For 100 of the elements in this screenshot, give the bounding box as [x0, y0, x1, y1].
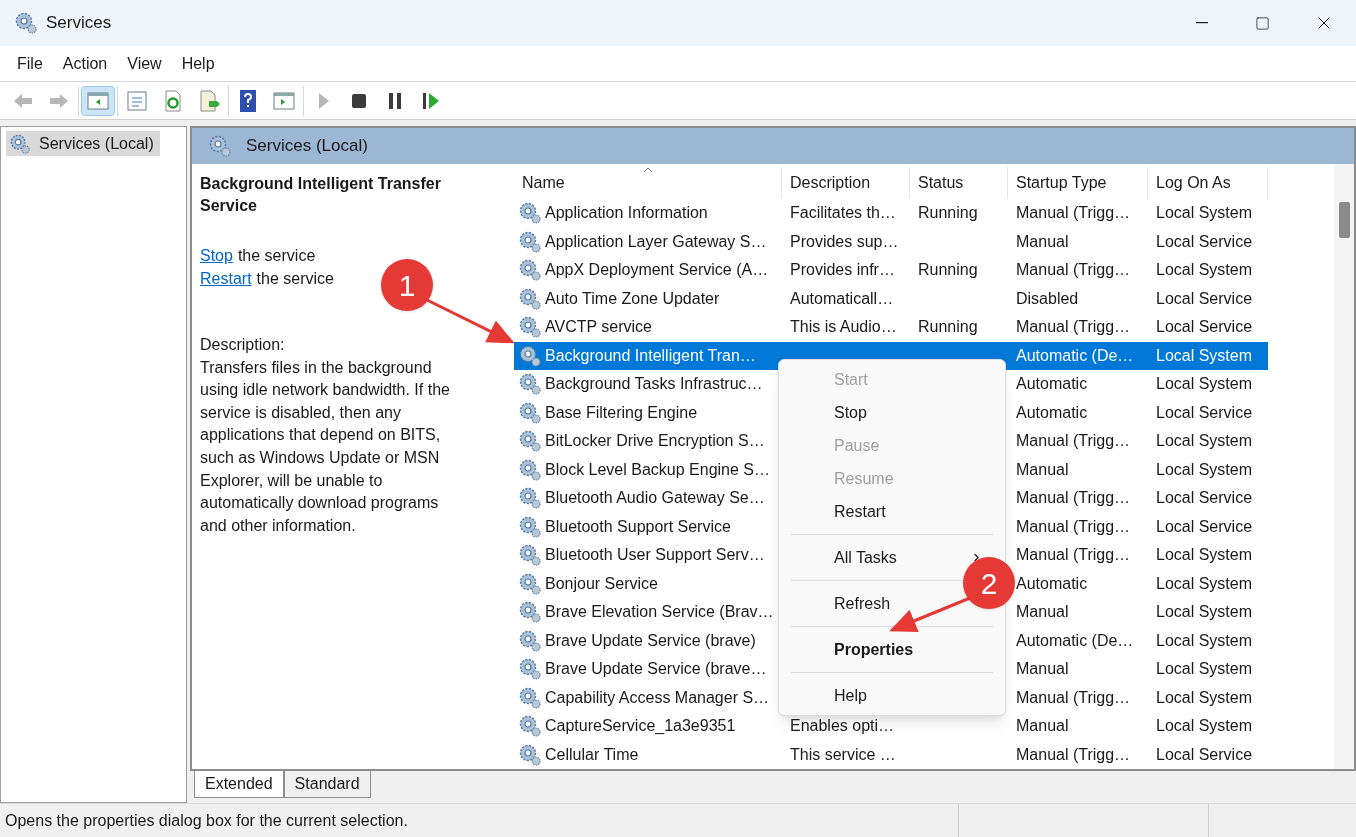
table-cell-text: CaptureService_1a3e9351: [545, 716, 736, 737]
table-cell-text: Local System: [1156, 345, 1253, 366]
table-cell-text: Facilitates th…: [790, 203, 896, 224]
service-gear-icon: [518, 429, 542, 454]
column-header[interactable]: Log On As: [1148, 167, 1268, 199]
maximize-icon: [1254, 15, 1270, 31]
table-cell-text: Local System: [1156, 459, 1253, 480]
service-gear-icon: [518, 714, 542, 739]
context-menu-item[interactable]: Restart: [834, 501, 886, 522]
context-menu-item[interactable]: Properties: [834, 639, 914, 660]
service-action-link[interactable]: Restart: [200, 267, 252, 290]
table-cell-text: Capability Access Manager S…: [545, 687, 770, 708]
table-cell-text: Manual: [1016, 459, 1069, 480]
console-tree-icon[interactable]: [81, 85, 115, 116]
table-cell-text: Local Service: [1156, 488, 1253, 509]
table-cell-text: Cellular Time: [545, 744, 639, 765]
table-cell-text: Manual: [1016, 659, 1069, 680]
tree-item[interactable]: Services (Local): [6, 131, 160, 156]
scrollbar-thumb[interactable]: [1338, 202, 1350, 238]
service-gear-icon: [518, 600, 542, 625]
menu-item[interactable]: Help: [171, 51, 225, 76]
table-cell-text: Base Filtering Engine: [545, 402, 698, 423]
table-cell-text: Automaticall…: [790, 288, 894, 309]
table-cell-text: Brave Update Service (brave): [545, 630, 756, 651]
service-gear-icon: [518, 685, 542, 710]
table-cell-text: Automatic: [1016, 374, 1088, 395]
table-cell-text: Local Service: [1156, 231, 1253, 252]
table-cell-text: Background Intelligent Tran…: [545, 345, 756, 366]
table-cell-text: Local Service: [1156, 402, 1253, 423]
column-header[interactable]: Startup Type: [1008, 167, 1148, 199]
service-gear-icon: [518, 486, 542, 511]
table-cell-text: Local System: [1156, 630, 1253, 651]
table-cell-text: Auto Time Zone Updater: [545, 288, 720, 309]
table-cell-text: Automatic (De…: [1016, 630, 1134, 651]
table-cell-text: Local System: [1156, 602, 1253, 623]
context-menu-item[interactable]: Stop: [834, 402, 867, 423]
menu-item[interactable]: Action: [52, 51, 118, 76]
service-title: Background Intelligent Transfer Service: [200, 174, 442, 216]
table-cell-text: Manual (Trigg…: [1016, 687, 1131, 708]
table-cell-text: Running: [918, 260, 978, 281]
table-cell-text: Local Service: [1156, 288, 1253, 309]
table-cell-text: Enables opti…: [790, 716, 895, 737]
sort-caret-icon: [642, 167, 653, 173]
table-cell-text: Manual (Trigg…: [1016, 260, 1131, 281]
context-menu-item[interactable]: Help: [834, 685, 867, 706]
table-cell-text: Local System: [1156, 260, 1253, 281]
table-cell-text: Local System: [1156, 573, 1253, 594]
service-action-link[interactable]: Stop: [200, 244, 233, 267]
table-cell-text: Local System: [1156, 203, 1253, 224]
table-cell-text: Bonjour Service: [545, 573, 658, 594]
service-gear-icon: [518, 372, 542, 397]
context-menu-item[interactable]: Refresh: [834, 593, 891, 614]
service-gear-icon: [518, 514, 542, 539]
service-gear-icon: [518, 201, 542, 226]
table-cell-text: Manual: [1016, 231, 1069, 252]
table-cell-text: This service …: [790, 744, 896, 765]
view-tab[interactable]: Extended: [194, 771, 284, 798]
window-title: Services: [46, 12, 112, 35]
service-gear-icon: [518, 343, 542, 368]
table-cell-text: Automatic (De…: [1016, 345, 1134, 366]
service-gear-icon: [518, 315, 542, 340]
table-cell-text: Brave Elevation Service (Brav…: [545, 602, 774, 623]
table-cell-text: Local Service: [1156, 317, 1253, 338]
table-cell-text: Manual (Trigg…: [1016, 545, 1131, 566]
action-text: the service: [237, 246, 316, 266]
column-header[interactable]: Status: [910, 167, 1008, 199]
minimize-icon: [1196, 22, 1208, 24]
table-cell-text: Block Level Backup Engine S…: [545, 459, 770, 480]
column-header[interactable]: Name: [514, 167, 782, 199]
table-cell-text: Local System: [1156, 545, 1253, 566]
table-cell-text: Bluetooth User Support Serv…: [545, 545, 765, 566]
table-cell-text: AVCTP service: [545, 317, 652, 338]
gear-icon: [208, 134, 232, 158]
service-gear-icon: [518, 400, 542, 425]
menu-item[interactable]: View: [117, 51, 172, 76]
table-cell-text: Provides infr…: [790, 260, 895, 281]
table-cell-text: Manual (Trigg…: [1016, 317, 1131, 338]
table-cell-text: Background Tasks Infrastruc…: [545, 374, 763, 395]
table-cell-text: Bluetooth Support Service: [545, 516, 731, 537]
column-header[interactable]: Description: [782, 167, 910, 199]
table-cell-text: Manual: [1016, 602, 1069, 623]
context-menu-item[interactable]: All Tasks: [834, 547, 897, 568]
description-text: Transfers files in the background using idle network bandwidth. If the service is disabled, then any applications that depend on BITS, such as Windows Update or MSN Explorer, will be unable to automatically download programs and other information.: [200, 357, 451, 536]
table-cell-text: Provides sup…: [790, 231, 899, 252]
table-cell-text: Local System: [1156, 716, 1253, 737]
table-cell-text: BitLocker Drive Encryption S…: [545, 431, 765, 452]
service-gear-icon: [518, 457, 542, 482]
table-cell-text: Local Service: [1156, 744, 1253, 765]
table-cell-text: Manual (Trigg…: [1016, 744, 1131, 765]
table-cell-text: Manual (Trigg…: [1016, 203, 1131, 224]
panel-title: Services (Local): [246, 135, 368, 158]
action-text: the service: [256, 269, 334, 289]
menu-item[interactable]: File: [7, 51, 53, 76]
table-cell-text: Brave Update Service (brave…: [545, 659, 767, 680]
table-cell-text: Application Layer Gateway S…: [545, 231, 767, 252]
view-tab[interactable]: Standard: [283, 771, 371, 798]
gear-icon: [9, 132, 31, 155]
table-cell-text: AppX Deployment Service (A…: [545, 260, 769, 281]
table-cell-text: Local System: [1156, 687, 1253, 708]
table-cell-text: Local System: [1156, 659, 1253, 680]
